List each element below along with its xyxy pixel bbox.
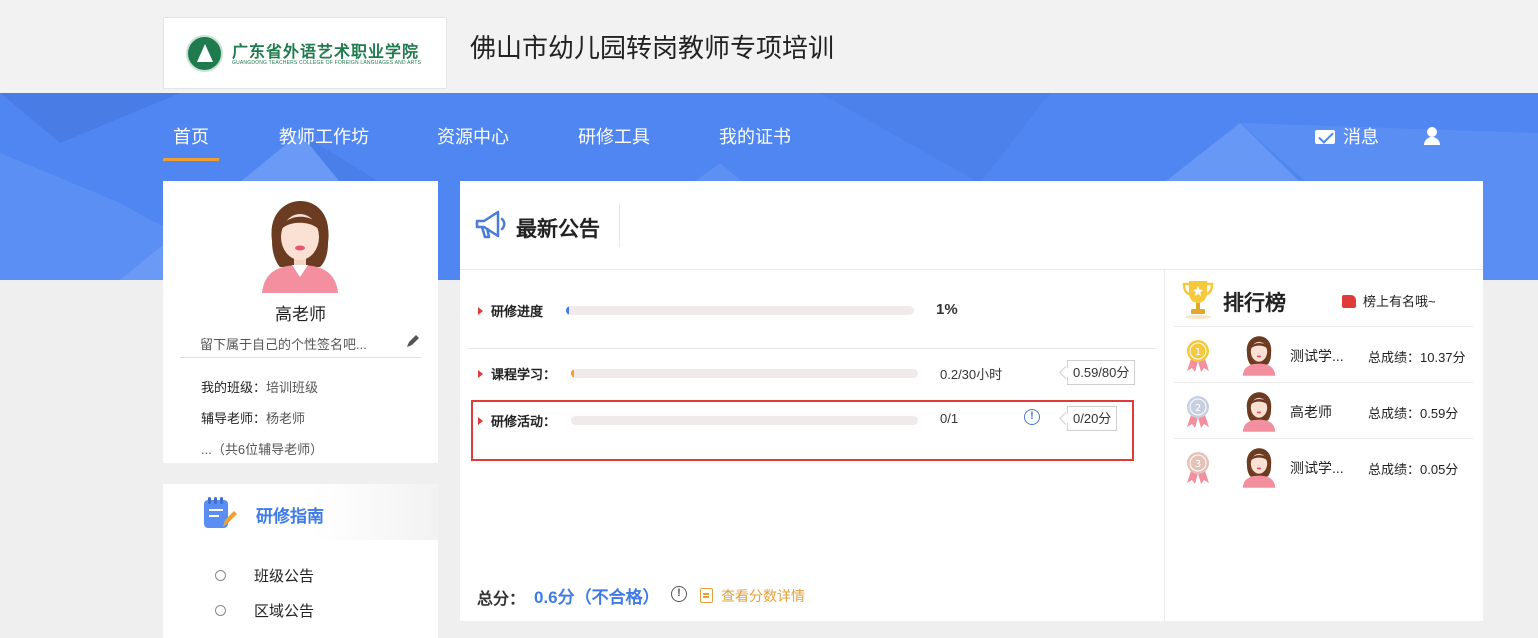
research-activity-score: 0/20分 <box>1067 406 1118 431</box>
notice-divider <box>619 203 620 247</box>
research-activity-info-icon[interactable]: ! <box>1024 409 1040 425</box>
logo-chinese-name: 广东省外语艺术职业学院 <box>232 42 420 61</box>
avatar <box>1242 336 1276 376</box>
logo-english-name: GUANGDONG TEACHERS COLLEGE OF FOREIGN LA… <box>232 60 422 66</box>
total-score-info-icon[interactable]: ! <box>671 586 687 602</box>
college-logo[interactable]: 广东省外语艺术职业学院 GUANGDONG TEACHERS COLLEGE O… <box>163 17 447 89</box>
main-nav: 首页 教师工作坊 资源中心 研修工具 我的证书 消息 <box>163 93 1440 180</box>
college-emblem-icon <box>186 35 223 72</box>
research-activity-bar <box>571 416 918 425</box>
rank-number: 1 <box>1195 347 1201 358</box>
overall-progress-fill <box>566 306 570 315</box>
ranking-title: 排行榜 <box>1223 292 1286 315</box>
tutor-more-row[interactable]: ...（共6位辅导老师） <box>201 439 323 458</box>
thumbs-up-icon <box>1342 295 1356 308</box>
ranking-row[interactable]: 2 高老师 总成绩：0.59分 <box>1173 382 1473 438</box>
nav-item-teacher-workshop[interactable]: 教师工作坊 <box>279 123 369 149</box>
tutor-label: 辅导老师： <box>201 411 267 426</box>
guide-notepad-icon <box>204 497 237 528</box>
radio-dot-icon <box>215 605 226 616</box>
rank-name: 高老师 <box>1290 404 1332 420</box>
guide-item-region-notice[interactable]: 区域公告 <box>215 600 314 621</box>
rank-score: 总成绩：0.59分 <box>1368 406 1459 421</box>
rank-name: 测试学... <box>1290 460 1344 476</box>
course-study-value: 0.2/30小时 <box>940 367 1003 382</box>
rank-medal-icon: 3 <box>1187 452 1209 484</box>
mail-icon <box>1315 130 1335 144</box>
study-guide-title: 研修指南 <box>256 507 324 526</box>
guide-item-label: 班级公告 <box>254 568 315 585</box>
overall-progress-percent: 1% <box>936 301 958 318</box>
trophy-icon <box>1182 281 1214 319</box>
rank-medal-icon: 2 <box>1187 396 1209 428</box>
research-activity-label: 研修活动： <box>478 411 556 430</box>
overall-progress-bar <box>566 306 914 315</box>
study-guide-header: 研修指南 <box>163 484 438 540</box>
nav-item-my-certificates[interactable]: 我的证书 <box>719 123 791 149</box>
total-score-label: 总分： <box>477 591 526 608</box>
tutor-row: 辅导老师：杨老师 <box>201 408 305 427</box>
my-class-value: 培训班级 <box>266 380 319 395</box>
my-class-row: 我的班级：培训班级 <box>201 377 318 396</box>
avatar <box>1242 448 1276 488</box>
megaphone-icon <box>475 210 506 239</box>
signature-placeholder: 留下属于自己的个性签名吧... <box>200 337 367 352</box>
guide-item-class-notice[interactable]: 班级公告 <box>215 565 314 586</box>
avatar <box>1242 392 1276 432</box>
course-study-label: 课程学习： <box>478 364 556 383</box>
course-study-fill <box>571 369 574 378</box>
document-icon <box>700 588 713 603</box>
nav-item-study-tools[interactable]: 研修工具 <box>578 123 650 149</box>
signature-field[interactable]: 留下属于自己的个性签名吧... <box>180 326 421 358</box>
tutor-more: ...（共6位辅导老师） <box>201 442 324 457</box>
course-study-bar <box>571 369 918 378</box>
user-icon[interactable] <box>1423 127 1441 145</box>
research-activity-value: 0/1 <box>940 411 959 426</box>
ranking-divider <box>1164 270 1165 621</box>
total-score-value: 0.6分（不合格） <box>534 588 660 607</box>
pencil-icon[interactable] <box>406 334 420 348</box>
profile-card: 高老师 留下属于自己的个性签名吧... 我的班级：培训班级 辅导老师：杨老师 .… <box>163 181 438 463</box>
rank-score: 总成绩：10.37分 <box>1368 350 1466 365</box>
notice-title: 最新公告 <box>516 218 600 241</box>
triangle-bullet-icon <box>478 307 483 315</box>
nav-item-home[interactable]: 首页 <box>163 123 219 161</box>
profile-name: 高老师 <box>275 305 326 324</box>
guide-item-label: 区域公告 <box>254 603 315 620</box>
course-study-score: 0.59/80分 <box>1067 360 1136 385</box>
tutor-value: 杨老师 <box>266 411 306 426</box>
rank-number: 3 <box>1195 459 1201 470</box>
ranking-tip: 榜上有名哦~ <box>1342 291 1436 310</box>
notice-header: 最新公告 <box>460 181 1483 270</box>
overall-progress-label: 研修进度 <box>478 301 543 320</box>
radio-dot-icon <box>215 570 226 581</box>
nav-item-resource-center[interactable]: 资源中心 <box>437 123 509 149</box>
triangle-bullet-icon <box>478 370 483 378</box>
rank-name: 测试学... <box>1290 348 1344 364</box>
ranking-row[interactable]: 3 测试学... 总成绩：0.05分 <box>1173 438 1473 494</box>
ranking-row[interactable]: 1 测试学... 总成绩：10.37分 <box>1173 326 1473 382</box>
rank-number: 2 <box>1195 403 1201 414</box>
site-title: 佛山市幼儿园转岗教师专项培训 <box>470 33 835 63</box>
rank-medal-icon: 1 <box>1187 340 1209 372</box>
nav-messages-label: 消息 <box>1343 127 1379 147</box>
avatar[interactable] <box>258 201 342 293</box>
rank-score: 总成绩：0.05分 <box>1368 462 1459 477</box>
main-panel: 最新公告 研修进度 1% 课程学习： 0.2/30小时 0.59/80分 研修活… <box>460 181 1483 621</box>
nav-messages[interactable]: 消息 <box>1315 123 1379 149</box>
progress-separator <box>468 348 1156 349</box>
study-guide-card: 研修指南 班级公告 区域公告 <box>163 484 438 638</box>
site-header: 广东省外语艺术职业学院 GUANGDONG TEACHERS COLLEGE O… <box>0 0 1538 93</box>
my-class-label: 我的班级： <box>201 380 267 395</box>
score-detail-link[interactable]: 查看分数详情 <box>700 586 805 606</box>
triangle-bullet-icon <box>478 417 483 425</box>
